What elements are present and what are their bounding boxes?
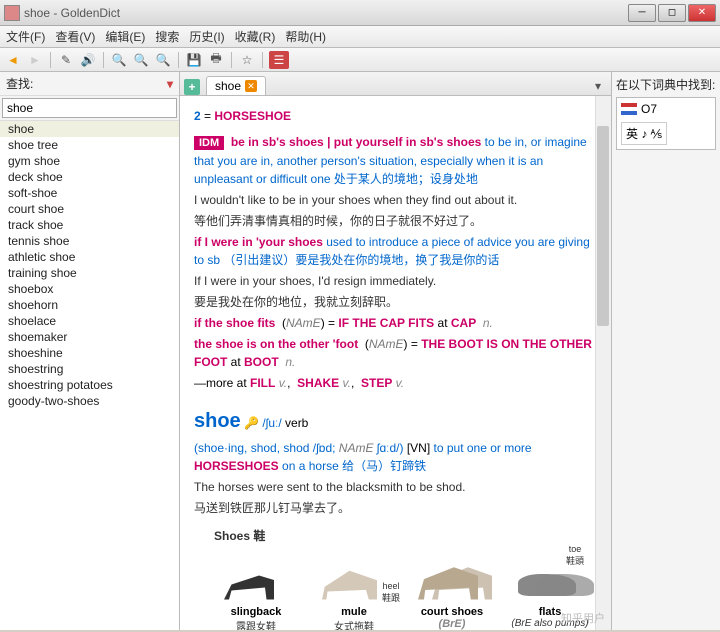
new-tab-button[interactable]: +: [184, 79, 200, 95]
maximize-button[interactable]: ◻: [658, 4, 686, 22]
menu-file[interactable]: 文件(F): [6, 28, 45, 45]
minimize-button[interactable]: ─: [628, 4, 656, 22]
sense-number: 2: [194, 109, 201, 123]
word-list-item[interactable]: training shoe: [0, 265, 179, 281]
sound-button[interactable]: 🔊: [79, 51, 97, 69]
word-list-item[interactable]: shoe tree: [0, 137, 179, 153]
menu-bar: 文件(F) 查看(V) 编辑(E) 搜索 历史(I) 收藏(R) 帮助(H): [0, 26, 720, 48]
example: I wouldn't like to be in your shoes when…: [194, 191, 597, 209]
word-list-item[interactable]: goody-two-shoes: [0, 393, 179, 409]
menu-edit[interactable]: 编辑(E): [105, 28, 145, 45]
word-list-item[interactable]: shoestring potatoes: [0, 377, 179, 393]
window-title: shoe - GoldenDict: [24, 6, 628, 20]
xref[interactable]: CAP: [451, 316, 476, 330]
word-list-item[interactable]: athletic shoe: [0, 249, 179, 265]
tab-label: shoe: [215, 79, 241, 93]
search-panel: 查找: ▾ shoeshoe treegym shoedeck shoesoft…: [0, 72, 180, 630]
menu-help[interactable]: 帮助(H): [285, 28, 326, 45]
idiom-tag: IDM: [194, 136, 224, 150]
shoe-slingback: slingback 露跟女鞋: [214, 548, 298, 631]
word-list-item[interactable]: soft-shoe: [0, 185, 179, 201]
print-button[interactable]: 🖶: [207, 51, 225, 69]
tab-shoe[interactable]: shoe ✕: [206, 76, 266, 95]
idiom-phrase: if the shoe fits: [194, 316, 275, 330]
app-icon: [4, 5, 20, 21]
group-button[interactable]: ☰: [269, 51, 289, 69]
found-in-label: 在以下词典中找到:: [616, 76, 716, 93]
close-button[interactable]: ✕: [688, 4, 716, 22]
search-input[interactable]: [2, 98, 177, 118]
word-list-item[interactable]: court shoe: [0, 201, 179, 217]
shoe-illustrations: slingback 露跟女鞋 heel鞋跟 mule 女式拖鞋 court sh…: [194, 548, 597, 631]
clear-icon[interactable]: ▾: [167, 77, 173, 91]
menu-favorites[interactable]: 收藏(R): [235, 28, 276, 45]
xref[interactable]: IF THE CAP FITS: [338, 316, 434, 330]
word-list[interactable]: shoeshoe treegym shoedeck shoesoft-shoec…: [0, 120, 179, 630]
idiom-phrase: the shoe is on the other 'foot: [194, 337, 358, 351]
xref[interactable]: STEP: [361, 376, 392, 390]
xref[interactable]: BOOT: [244, 355, 279, 369]
scan-button[interactable]: ✎: [57, 51, 75, 69]
forward-button[interactable]: ►: [26, 51, 44, 69]
example: The horses were sent to the blacksmith t…: [194, 478, 597, 496]
shoe-court: court shoes (BrE) pumps (NAmE) 半高跟女鞋: [410, 548, 494, 631]
word-list-item[interactable]: shoelace: [0, 313, 179, 329]
xref[interactable]: HORSESHOES: [194, 459, 279, 473]
definition-zh: 处于某人的境地；设身处地: [334, 172, 478, 186]
zoom-reset-button[interactable]: 🔍: [154, 51, 172, 69]
xref[interactable]: FILL: [250, 376, 275, 390]
scrollbar[interactable]: [595, 96, 611, 630]
idiom-phrase: be in sb's shoes: [231, 135, 324, 149]
example-zh: 马送到铁匠那儿钉马掌去了。: [194, 499, 597, 517]
char-info: 英 ♪ ⅍: [621, 122, 667, 145]
word-list-item[interactable]: shoeshine: [0, 345, 179, 361]
find-label: 查找:: [6, 75, 33, 92]
dict-item[interactable]: O7: [621, 102, 711, 116]
menu-search[interactable]: 搜索: [155, 28, 179, 45]
word-list-item[interactable]: shoehorn: [0, 297, 179, 313]
tab-close-icon[interactable]: ✕: [245, 80, 257, 92]
example-zh: 要是我处在你的地位，我就立刻辞职。: [194, 293, 597, 311]
key-icon: 🔑: [244, 416, 259, 430]
xref[interactable]: SHAKE: [297, 376, 339, 390]
zoom-in-button[interactable]: 🔍: [110, 51, 128, 69]
idiom-phrase: if I were in 'your shoes: [194, 235, 323, 249]
word-list-item[interactable]: shoe: [0, 121, 179, 137]
found-in-panel: 在以下词典中找到: O7 英 ♪ ⅍: [612, 72, 720, 630]
tab-menu-icon[interactable]: ▾: [589, 77, 607, 95]
word-list-item[interactable]: deck shoe: [0, 169, 179, 185]
word-list-item[interactable]: shoestring: [0, 361, 179, 377]
toolbar: ◄ ► ✎ 🔊 🔍 🔍 🔍 💾 🖶 ☆ ☰: [0, 48, 720, 72]
word-list-item[interactable]: gym shoe: [0, 153, 179, 169]
word-list-item[interactable]: shoebox: [0, 281, 179, 297]
star-button[interactable]: ☆: [238, 51, 256, 69]
flag-icon: [621, 103, 637, 115]
tab-bar: + shoe ✕ ▾: [180, 72, 611, 96]
pronunciation: /ʃuː/: [262, 416, 281, 430]
part-of-speech: verb: [285, 416, 308, 430]
word-list-item[interactable]: track shoe: [0, 217, 179, 233]
word-list-item[interactable]: tennis shoe: [0, 233, 179, 249]
word-list-item[interactable]: shoemaker: [0, 329, 179, 345]
headword: shoe: [194, 410, 241, 432]
example: If I were in your shoes, I'd resign imme…: [194, 272, 597, 290]
illustration-title: Shoes 鞋: [214, 527, 597, 544]
back-button[interactable]: ◄: [4, 51, 22, 69]
shoe-mule: heel鞋跟 mule 女式拖鞋: [312, 548, 396, 631]
title-bar: shoe - GoldenDict ─ ◻ ✕: [0, 0, 720, 26]
watermark: 知乎用户: [561, 610, 605, 626]
menu-view[interactable]: 查看(V): [55, 28, 95, 45]
menu-history[interactable]: 历史(I): [189, 28, 224, 45]
article-view: 2 = HORSESHOE IDM be in sb's shoes | put…: [180, 96, 611, 630]
zoom-out-button[interactable]: 🔍: [132, 51, 150, 69]
save-button[interactable]: 💾: [185, 51, 203, 69]
example-zh: 等他们弄清事情真相的时候，你的日子就很不好过了。: [194, 212, 597, 230]
xref-horseshoe[interactable]: HORSESHOE: [214, 109, 291, 123]
